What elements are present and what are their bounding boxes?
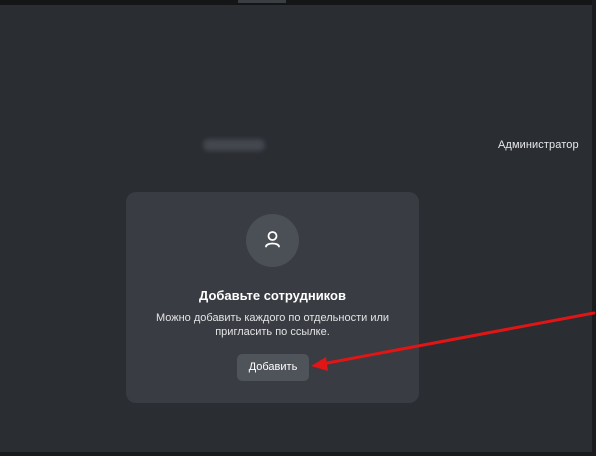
annotation-arrow (311, 311, 596, 371)
app-window: Администратор Добавьте сотрудников Можно… (0, 0, 596, 456)
annotation-arrow-head (311, 357, 328, 371)
annotation-arrow-line (320, 311, 596, 366)
